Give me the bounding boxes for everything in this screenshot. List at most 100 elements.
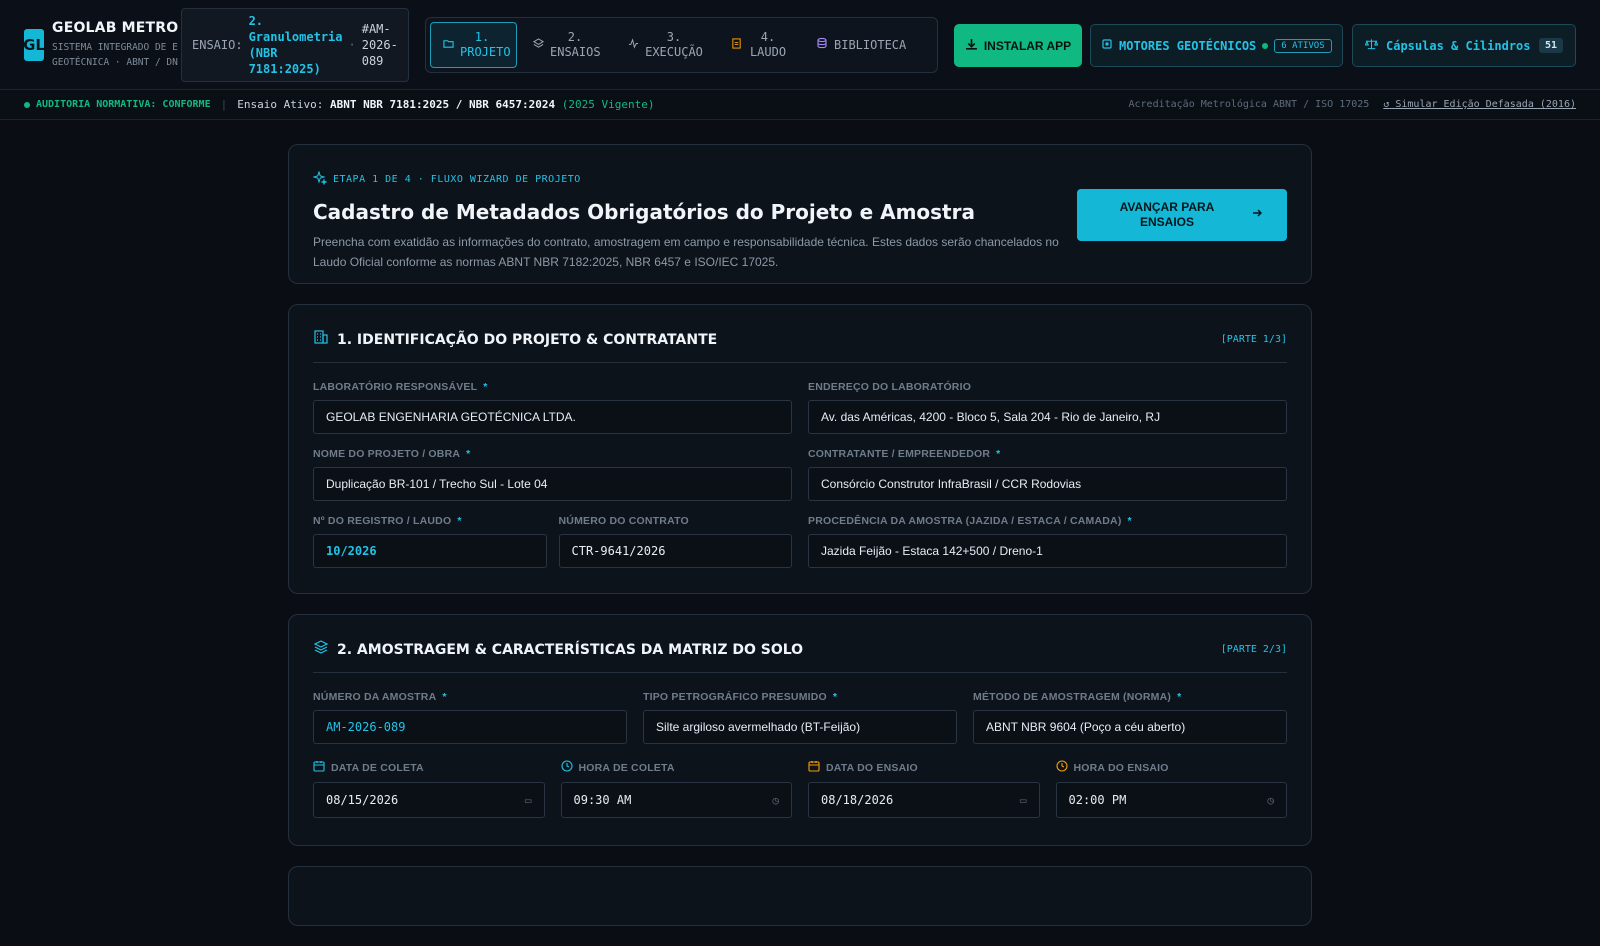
sample-number-label: NÚMERO DA AMOSTRA	[313, 691, 437, 703]
page-description: Preencha com exatidão as informações do …	[313, 235, 1059, 269]
lab-address-field-group: ENDEREÇO DO LABORATÓRIO Av. das Américas…	[808, 381, 1287, 434]
test-date-input[interactable]: 08/18/2026 ▭	[808, 782, 1040, 818]
test-date-value: 08/18/2026	[821, 793, 894, 807]
app-subtitle-line-2: GEOTÉCNICA · ABNT / DN	[52, 56, 178, 68]
activity-icon	[628, 37, 639, 53]
required-marker: *	[1177, 691, 1182, 703]
building-icon	[313, 329, 329, 350]
lab-label: LABORATÓRIO RESPONSÁVEL	[313, 381, 478, 393]
required-marker: *	[996, 448, 1001, 460]
lab-input[interactable]: GEOLAB ENGENHARIA GEOTÉCNICA LTDA.	[313, 400, 792, 434]
collection-time-label: HORA DE COLETA	[578, 761, 675, 774]
install-app-label: INSTALAR APP	[983, 38, 1072, 53]
sample-number-input[interactable]: AM-2026-089	[313, 710, 627, 744]
brand[interactable]: GL GEOLAB METROL… SISTEMA INTEGRADO DE E…	[24, 20, 179, 70]
required-marker: *	[442, 691, 447, 703]
test-time-input[interactable]: 02:00 PM ◷	[1055, 782, 1287, 818]
required-marker: *	[832, 691, 838, 703]
app-subtitle-line-1: SISTEMA INTEGRADO DE E	[52, 41, 178, 53]
audit-status-text: AUDITORIA NORMATIVA: CONFORME	[36, 99, 211, 110]
collection-date-input[interactable]: 08/15/2026 ▭	[313, 782, 545, 818]
nav-tab-execucao[interactable]: 3. EXECUÇÃO	[616, 22, 715, 68]
project-name-label: NOME DO PROJETO / OBRA	[313, 448, 461, 460]
next-step-label: AVANÇAR PARA ENSAIOS	[1119, 200, 1215, 229]
audit-status: AUDITORIA NORMATIVA: CONFORME	[24, 99, 211, 110]
petrographic-type-field-group: TIPO PETROGRÁFICO PRESUMIDO * Silte argil…	[643, 691, 957, 744]
project-identification-section: 1. IDENTIFICAÇÃO DO PROJETO & CONTRATANT…	[288, 304, 1312, 594]
refresh-icon: ↺	[1383, 99, 1390, 110]
geotech-engines-button[interactable]: MOTORES GEOTÉCNICOS 6 ATIVOS	[1090, 24, 1343, 67]
status-dot	[1262, 42, 1269, 49]
lab-address-input[interactable]: Av. das Américas, 4200 - Bloco 5, Sala 2…	[808, 400, 1287, 434]
registry-label: Nº DO REGISTRO / LAUDO	[313, 515, 452, 527]
lab-address-label: ENDEREÇO DO LABORATÓRIO	[808, 381, 972, 393]
active-test-prefix: Ensaio Ativo:	[237, 98, 324, 111]
calendar-picker-icon[interactable]: ▭	[525, 794, 532, 807]
nav-tab-projeto[interactable]: 1. PROJETO	[430, 22, 517, 68]
sample-number-field-group: NÚMERO DA AMOSTRA * AM-2026-089	[313, 691, 627, 744]
sampling-section: 2. AMOSTRAGEM & CARACTERÍSTICAS DA MATRI…	[288, 614, 1312, 846]
active-test-selector[interactable]: ENSAIO: 2. Granulometria (NBR 7181:2025)…	[181, 8, 409, 82]
registry-input[interactable]: 10/2026	[313, 534, 547, 568]
collection-date-label: DATA DE COLETA	[331, 761, 424, 774]
client-input[interactable]: Consórcio Construtor InfraBrasil / CCR R…	[808, 467, 1287, 501]
test-time-label: HORA DO ENSAIO	[1073, 761, 1169, 774]
wizard-step-text: ETAPA 1 DE 4 · FLUXO WIZARD DE PROJETO	[333, 174, 581, 185]
nav-tab-label: 3. EXECUÇÃO	[645, 30, 703, 59]
client-label: CONTRATANTE / EMPREENDEDOR	[808, 448, 991, 460]
next-step-button[interactable]: AVANÇAR PARA ENSAIOS	[1077, 189, 1287, 241]
nav-tab-label: 1. PROJETO	[460, 30, 511, 59]
sample-origin-field-group: PROCEDÊNCIA DA AMOSTRA (JAZIDA / ESTACA …	[808, 515, 1287, 568]
test-time-field-group: HORA DO ENSAIO 02:00 PM ◷	[1055, 760, 1287, 818]
folder-icon	[443, 38, 454, 53]
simulate-outdated-link[interactable]: ↺ Simular Edição Defasada (2016)	[1383, 99, 1576, 110]
active-test-label: ENSAIO:	[192, 38, 243, 52]
wizard-step-indicator: ETAPA 1 DE 4 · FLUXO WIZARD DE PROJETO	[312, 170, 1077, 188]
collection-time-input[interactable]: 09:30 AM ◷	[560, 782, 792, 818]
test-time-value: 02:00 PM	[1068, 793, 1127, 807]
main-content: ETAPA 1 DE 4 · FLUXO WIZARD DE PROJETO C…	[288, 144, 1312, 946]
calendar-picker-icon[interactable]: ▭	[1020, 794, 1027, 807]
cpu-icon	[1101, 38, 1113, 53]
project-name-input[interactable]: Duplicação BR-101 / Trecho Sul - Lote 04	[313, 467, 792, 501]
wizard-hero-card: ETAPA 1 DE 4 · FLUXO WIZARD DE PROJETO C…	[288, 144, 1312, 284]
calendar-icon	[808, 760, 820, 775]
active-test-info: Ensaio Ativo: ABNT NBR 7181:2025 / NBR 6…	[237, 98, 654, 111]
collection-date-value: 08/15/2026	[326, 793, 399, 807]
capsules-count-badge: 51	[1538, 38, 1563, 53]
contract-input[interactable]: CTR-9641/2026	[558, 534, 792, 568]
nav-tab-biblioteca[interactable]: BIBLIOTECA	[804, 22, 918, 68]
collection-time-value: 09:30 AM	[573, 793, 632, 807]
nav-tab-label: 4. LAUDO	[749, 30, 787, 59]
active-test-name: 2. Granulometria (NBR 7181:2025)	[248, 14, 343, 76]
next-section-card	[288, 866, 1312, 926]
capsules-cylinders-label: Cápsulas & Cilindros	[1386, 38, 1531, 53]
time-picker-icon[interactable]: ◷	[1267, 794, 1274, 807]
nav-tab-label: 2. ENSAIOS	[550, 30, 601, 59]
project-name-field-group: NOME DO PROJETO / OBRA * Duplicação BR-10…	[313, 448, 792, 501]
wizard-nav: 1. PROJETO 2. ENSAIOS 3. EXECUÇÃO 4. LAU…	[425, 17, 938, 73]
status-separator: |	[220, 98, 228, 111]
sample-origin-input[interactable]: Jazida Feijão - Estaca 142+500 / Dreno-1	[808, 534, 1287, 568]
section-title: 1. IDENTIFICAÇÃO DO PROJETO & CONTRATANT…	[337, 331, 718, 348]
audit-status-dot	[24, 101, 30, 108]
test-date-field-group: DATA DO ENSAIO 08/18/2026 ▭	[808, 760, 1040, 818]
capsules-cylinders-button[interactable]: Cápsulas & Cilindros 51	[1352, 24, 1576, 67]
sampling-method-input[interactable]: ABNT NBR 9604 (Poço a céu aberto)	[973, 710, 1287, 744]
clock-icon	[560, 760, 573, 775]
petrographic-type-input[interactable]: Silte argiloso avermelhado (BT-Feijão)	[643, 710, 957, 744]
engines-active-badge: 6 ATIVOS	[1274, 38, 1332, 53]
required-marker: *	[457, 515, 462, 527]
arrow-right-icon	[1251, 207, 1263, 223]
sparkle-icon	[312, 170, 328, 188]
client-field-group: CONTRATANTE / EMPREENDEDOR * Consórcio Co…	[808, 448, 1287, 501]
time-picker-icon[interactable]: ◷	[772, 794, 779, 807]
lab-field-group: LABORATÓRIO RESPONSÁVEL * GEOLAB ENGENHAR…	[313, 381, 792, 434]
nav-tab-label: BIBLIOTECA	[834, 37, 907, 52]
nav-tab-laudo[interactable]: 4. LAUDO	[719, 22, 800, 68]
simulate-outdated-label: Simular Edição Defasada (2016)	[1395, 99, 1576, 110]
required-marker: *	[466, 448, 471, 460]
nav-tab-ensaios[interactable]: 2. ENSAIOS	[521, 22, 612, 68]
sampling-method-field-group: MÉTODO DE AMOSTRAGEM (NORMA) * ABNT NBR 9…	[973, 691, 1287, 744]
install-app-button[interactable]: INSTALAR APP	[954, 24, 1082, 67]
